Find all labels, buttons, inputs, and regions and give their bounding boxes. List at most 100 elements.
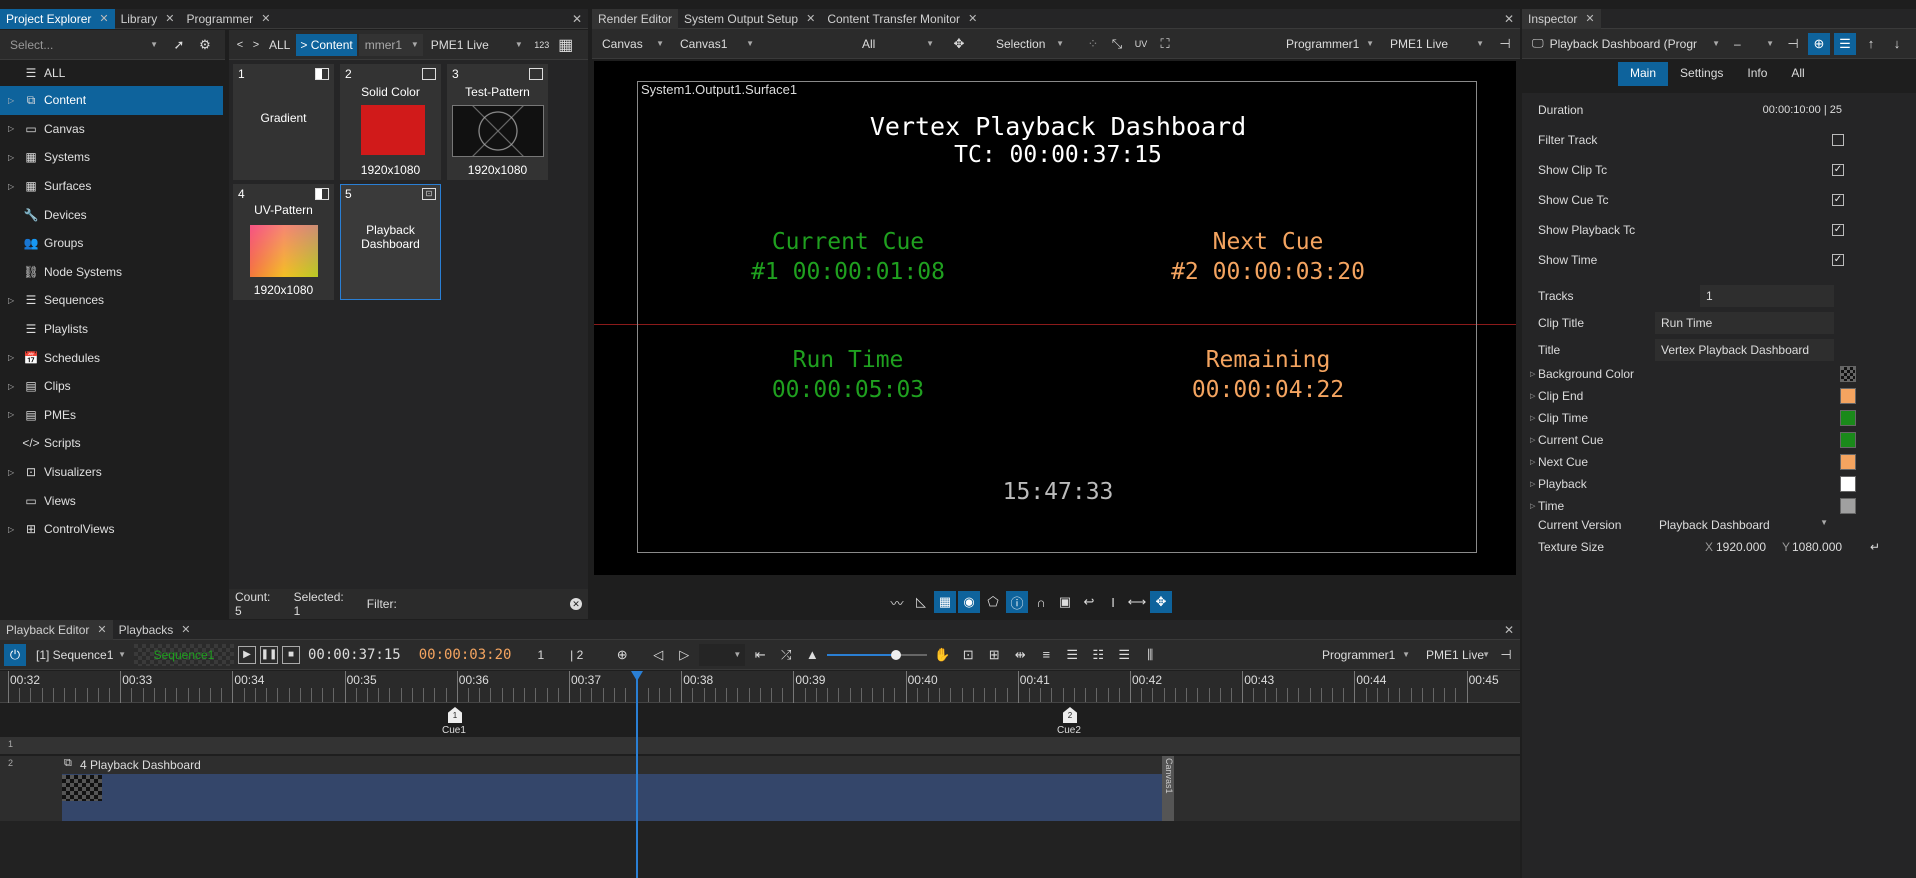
tree-item-pmes[interactable]: ▷ ▤ PMEs [0, 401, 225, 430]
list-icon[interactable]: ☰ [1834, 32, 1856, 55]
tree-item-schedules[interactable]: ▷ 📅 Schedules [0, 343, 225, 372]
close-panel-icon[interactable]: ✕ [572, 12, 582, 26]
programmer-dropdown[interactable]: Programmer1 ▼ [1280, 32, 1380, 55]
breadcrumb-content[interactable]: > Content [296, 33, 357, 56]
snap-icon[interactable]: ⁘ [1082, 33, 1104, 55]
hand-icon[interactable]: ✋ [931, 644, 953, 666]
texture-y-value[interactable]: 1080.000 [1792, 540, 1842, 554]
expand-arrow-icon[interactable]: ▷ [8, 124, 22, 133]
tree-item-visualizers[interactable]: ▷ ⊡ Visualizers [0, 458, 225, 487]
tab-playbacks[interactable]: Playbacks ✕ [113, 620, 197, 640]
selection-dropdown[interactable]: Selection ▼ [990, 32, 1070, 55]
color-swatch[interactable] [1840, 366, 1856, 382]
tree-item-clips[interactable]: ▷ ▤ Clips [0, 372, 225, 401]
filter-input[interactable] [410, 595, 588, 613]
pme-dropdown[interactable]: PME1 Live ▼ [1420, 643, 1492, 666]
slider-handle[interactable] [891, 649, 902, 660]
content-card-gradient[interactable]: 1 Gradient [233, 64, 334, 180]
color-swatch[interactable] [1840, 454, 1856, 470]
list-add-icon[interactable]: ☷ [1087, 644, 1109, 666]
playhead-marker[interactable] [631, 671, 643, 681]
pause-icon[interactable]: ❚❚ [260, 645, 278, 664]
canvas-type-dropdown[interactable]: Canvas ▼ [596, 32, 670, 55]
tree-item-canvas[interactable]: ▷ ▭ Canvas [0, 115, 225, 144]
expand-arrow-icon[interactable]: ▷ [8, 525, 22, 534]
next-cue-icon[interactable]: ▷ [673, 644, 695, 666]
search-input[interactable]: Select... ▼ [4, 33, 164, 56]
checkbox[interactable]: ✓ [1832, 224, 1844, 236]
content-card-test-pattern[interactable]: 3 Test-Pattern 1920x1080 [447, 64, 548, 180]
color-swatch[interactable] [1840, 388, 1856, 404]
subtab-all[interactable]: All [1779, 62, 1816, 86]
tree-item-views[interactable]: ▭ Views [0, 486, 225, 515]
split-icon[interactable]: ⫼ [1139, 644, 1161, 666]
color-row[interactable]: ▷ Clip End [1522, 385, 1856, 407]
clip-title-field[interactable]: Run Time [1655, 312, 1834, 334]
stack-icon[interactable]: ☰ [1061, 644, 1083, 666]
reset-icon[interactable]: ↵ [1870, 540, 1880, 554]
expand-arrow-icon[interactable]: ▷ [8, 382, 22, 391]
expand-arrow-icon[interactable]: ▷ [1530, 414, 1535, 422]
pme-dropdown[interactable]: PME1 Live ▼ [424, 33, 529, 56]
canvas-dropdown[interactable]: Canvas1 ▼ [674, 32, 760, 55]
cue-select-dropdown[interactable]: ▼ [699, 643, 746, 666]
filter-all-dropdown[interactable]: All ▼ [856, 32, 940, 55]
gear-icon[interactable]: ⚙ [194, 34, 216, 56]
checkbox[interactable] [1832, 134, 1844, 146]
locate-icon[interactable]: ⊕ [1808, 32, 1830, 55]
magnet-icon[interactable]: ∩ [1030, 591, 1052, 613]
expand-arrow-icon[interactable]: ▷ [1530, 436, 1535, 444]
pin-icon[interactable]: ⊣ [1494, 33, 1516, 55]
color-swatch[interactable] [1840, 498, 1856, 514]
programmer-dropdown[interactable]: mmer1 ▼ [358, 33, 423, 56]
breadcrumb-all[interactable]: ALL [265, 33, 295, 56]
snapshot-icon[interactable]: ▣ [1054, 591, 1076, 613]
expand-arrow-icon[interactable]: ▷ [8, 468, 22, 477]
subtab-settings[interactable]: Settings [1668, 62, 1735, 86]
timeline-ruler[interactable]: 00:32 00:33 00:34 00:35 00:36 00:37 00:38 00:39… [0, 671, 1520, 703]
tree-item-systems[interactable]: ▷ ▦ Systems [0, 143, 225, 172]
pin-icon[interactable]: ⊣ [1782, 33, 1804, 55]
text-cursor-icon[interactable]: I [1102, 591, 1124, 613]
tab-inspector[interactable]: Inspector ✕ [1522, 8, 1601, 29]
tree-item-content[interactable]: ▷ ⧉ Content [0, 86, 223, 115]
clear-filter-icon[interactable]: ✕ [570, 598, 582, 610]
color-swatch[interactable] [1840, 476, 1856, 492]
waveform-icon[interactable]: 〰 [886, 591, 908, 613]
play-icon[interactable]: ▶ [238, 645, 256, 664]
color-row[interactable]: ▷ Background Color [1522, 363, 1856, 385]
content-card-solid-color[interactable]: 2 Solid Color 1920x1080 [340, 64, 441, 180]
grid-view-icon[interactable]: ▦ [555, 34, 577, 56]
color-row[interactable]: ▷ Next Cue [1522, 451, 1856, 473]
expand-arrow-icon[interactable]: ▷ [8, 296, 22, 305]
subtab-main[interactable]: Main [1618, 62, 1669, 86]
close-panel-icon[interactable]: ✕ [1504, 12, 1514, 26]
add-cue-icon[interactable]: ⊕ [611, 644, 633, 666]
lines-icon[interactable]: ≡ [1035, 644, 1057, 666]
back-icon[interactable]: < [233, 34, 247, 56]
width-icon[interactable]: ⟷ [1126, 591, 1148, 613]
color-swatch[interactable] [1840, 432, 1856, 448]
playhead[interactable] [636, 671, 638, 878]
color-swatch[interactable] [1840, 410, 1856, 426]
expand-arrow-icon[interactable]: ▷ [8, 182, 22, 191]
move-icon[interactable]: ✥ [948, 33, 970, 55]
expand-arrow-icon[interactable]: ▷ [1530, 502, 1535, 510]
zoom-fit-icon[interactable]: ⊡ [957, 644, 979, 666]
inspected-object-dropdown[interactable]: 🖵 Playback Dashboard (Progr ▼ [1526, 32, 1724, 55]
uv-icon[interactable]: UV [1130, 33, 1152, 55]
expand-arrow-icon[interactable]: ▷ [8, 410, 22, 419]
render-viewport[interactable]: System1.Output1.Surface1 Vertex Playback… [594, 61, 1516, 575]
close-icon[interactable]: ✕ [165, 12, 174, 25]
tab-system-output-setup[interactable]: System Output Setup ✕ [678, 9, 821, 29]
tab-render-editor[interactable]: Render Editor [592, 8, 679, 29]
power-icon[interactable]: ⏻ [4, 643, 26, 666]
tree-item-devices[interactable]: 🔧 Devices [0, 200, 225, 229]
close-icon[interactable]: ✕ [181, 623, 190, 636]
target-icon[interactable]: ✥ [1150, 591, 1172, 613]
color-row[interactable]: ▷ Current Cue [1522, 429, 1856, 451]
mask-icon[interactable]: ⬠ [982, 591, 1004, 613]
close-icon[interactable]: ✕ [97, 623, 106, 636]
tab-playback-editor[interactable]: Playback Editor ✕ [0, 619, 113, 640]
expand-arrow-icon[interactable]: ▷ [1530, 480, 1535, 488]
